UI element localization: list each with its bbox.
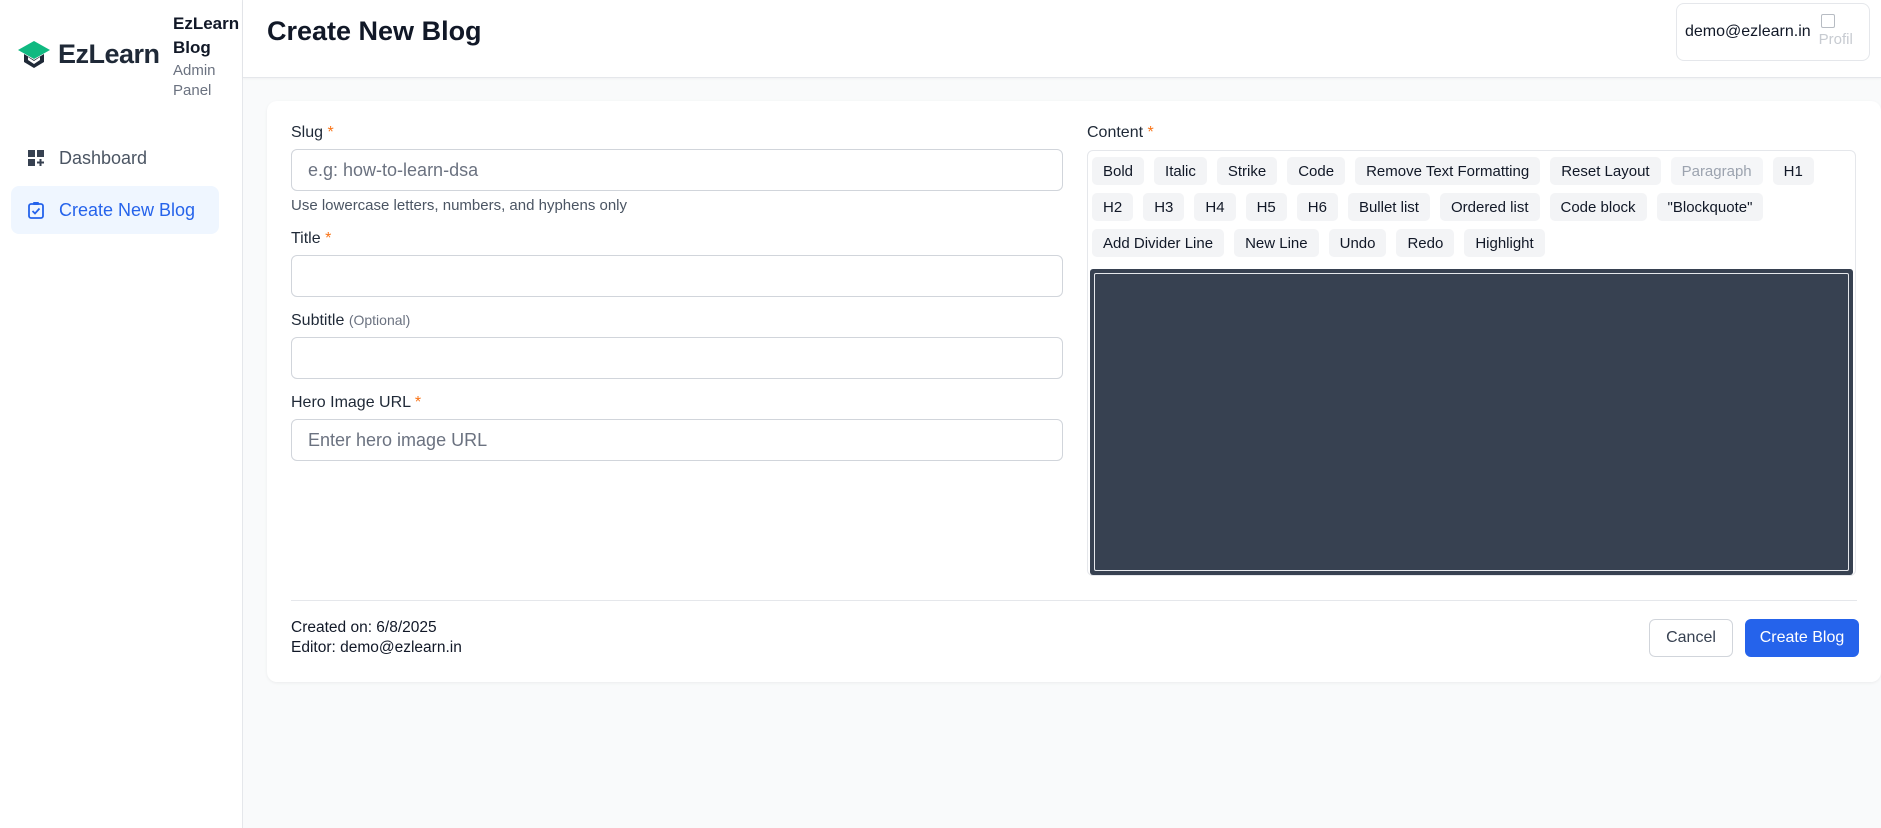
sidebar-item-label: Create New Blog [59,199,196,220]
content-label: Content * [1087,124,1154,142]
title-label-text: Title [291,230,321,247]
required-marker: * [1147,124,1154,141]
slug-input[interactable] [291,149,1063,191]
add-divider-line-button[interactable]: Add Divider Line [1092,229,1225,257]
sidebar-item-label: Dashboard [59,147,148,168]
paragraph-button[interactable]: Paragraph [1670,157,1763,185]
slug-hint: Use lowercase letters, numbers, and hyph… [291,197,628,214]
logo[interactable]: EzLearn [16,12,174,96]
blog-meta: Created on: 6/8/2025 Editor: demo@ezlear… [291,618,462,658]
user-email: demo@ezlearn.in [1685,23,1811,40]
content-label-text: Content [1087,124,1144,141]
broken-image-icon [1820,14,1835,28]
hero-image-url-input[interactable] [291,419,1063,461]
undo-button[interactable]: Undo [1328,229,1387,257]
blog-form-card: Slug * Use lowercase letters, numbers, a… [267,101,1881,682]
brand-title: EzLearn Blog [173,14,240,57]
create-blog-button[interactable]: Create Blog [1745,619,1859,657]
rich-text-editor: Bold Italic Strike Code Remove Text Form… [1087,150,1856,576]
optional-marker: (Optional) [348,312,411,328]
created-on-text: Created on: 6/8/2025 [291,619,437,636]
strike-button[interactable]: Strike [1216,157,1278,185]
required-marker: * [325,230,332,247]
h2-button[interactable]: H2 [1092,193,1134,221]
h5-button[interactable]: H5 [1245,193,1287,221]
editor-text: Editor: demo@ezlearn.in [291,639,462,656]
required-marker: * [327,124,334,141]
ordered-list-button[interactable]: Ordered list [1439,193,1540,221]
sidebar-item-dashboard[interactable]: Dashboard [11,134,219,182]
code-button[interactable]: Code [1287,157,1346,185]
page-title: Create New Blog [267,16,482,46]
blockquote-button[interactable]: "Blockquote" [1656,193,1764,221]
sidebar: EzLearn EzLearn Blog Admin Panel Dashboa… [0,0,243,828]
sidebar-item-create-new-blog[interactable]: Create New Blog [11,186,219,234]
cancel-button[interactable]: Cancel [1649,619,1733,657]
user-menu[interactable]: demo@ezlearn.in Profil [1676,3,1870,61]
brand-subtitle: Admin Panel [173,62,216,99]
new-line-button[interactable]: New Line [1234,229,1319,257]
sidebar-nav: Dashboard Create New Blog [11,134,219,238]
dashboard-icon [27,149,45,167]
title-input[interactable] [291,255,1063,297]
brand-titles: EzLearn Blog Admin Panel [173,12,251,101]
logo-text: EzLearn [58,38,160,69]
brand: EzLearn EzLearn Blog Admin Panel [16,12,239,99]
title-label: Title * [291,230,331,248]
slug-label-text: Slug [291,124,324,141]
hero-image-label: Hero Image URL * [291,394,421,412]
subtitle-label-text: Subtitle [291,312,345,329]
subtitle-label: Subtitle (Optional) [291,312,410,330]
italic-button[interactable]: Italic [1154,157,1207,185]
remove-formatting-button[interactable]: Remove Text Formatting [1355,157,1541,185]
editor-content-inner[interactable] [1094,273,1849,571]
required-marker: * [414,394,422,411]
avatar-alt-text: Profil [1818,31,1853,48]
graduation-cap-icon [18,41,50,68]
bullet-list-button[interactable]: Bullet list [1347,193,1430,221]
avatar[interactable]: Profil [1819,12,1859,52]
redo-button[interactable]: Redo [1396,229,1455,257]
editor-toolbar: Bold Italic Strike Code Remove Text Form… [1092,157,1852,257]
h3-button[interactable]: H3 [1143,193,1185,221]
reset-layout-button[interactable]: Reset Layout [1550,157,1661,185]
h1-button[interactable]: H1 [1772,157,1814,185]
h6-button[interactable]: H6 [1296,193,1338,221]
highlight-button[interactable]: Highlight [1464,229,1545,257]
clipboard-check-icon [27,201,45,219]
editor-content-area[interactable] [1090,269,1853,575]
bold-button[interactable]: Bold [1092,157,1145,185]
footer-divider [291,600,1857,601]
hero-image-label-text: Hero Image URL [291,394,411,411]
top-header: Create New Blog demo@ezlearn.in Profil [243,0,1881,78]
code-block-button[interactable]: Code block [1549,193,1647,221]
subtitle-input[interactable] [291,337,1063,379]
slug-label: Slug * [291,124,334,142]
h4-button[interactable]: H4 [1194,193,1236,221]
